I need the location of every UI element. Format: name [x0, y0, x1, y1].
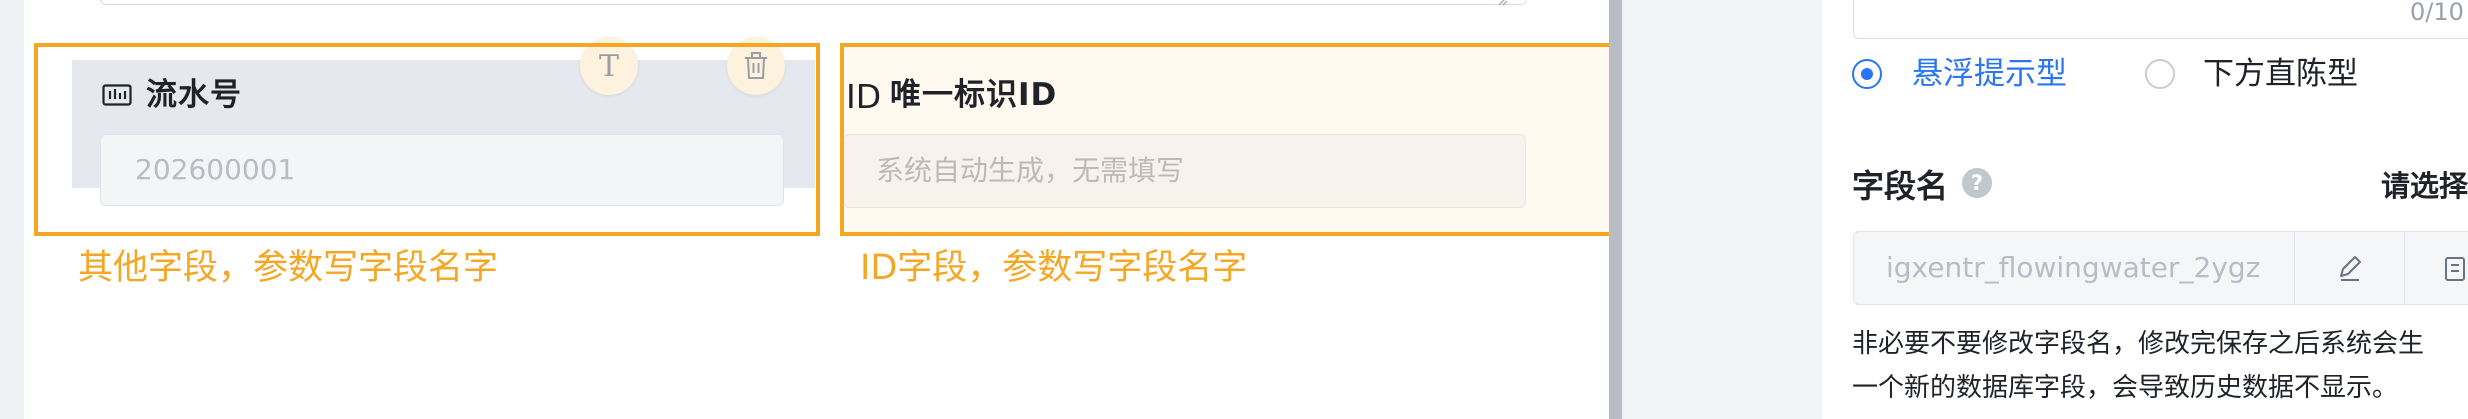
previous-field-input[interactable] [100, 0, 1527, 5]
char-counter: 0/10 [2410, 0, 2464, 26]
field-name-value: igxentr_flowingwater_2ygz [1886, 251, 2261, 284]
help-icon[interactable]: ? [1962, 168, 1992, 198]
radio-label-floating-tip[interactable]: 悬浮提示型 [1912, 54, 2067, 94]
pencil-icon[interactable] [2333, 250, 2367, 284]
resize-handle-icon[interactable] [1498, 0, 1508, 6]
radio-label-below-inline[interactable]: 下方直陈型 [2203, 54, 2358, 94]
input-separator [2404, 231, 2405, 305]
input-separator [2294, 231, 2295, 305]
settings-top-input[interactable] [1853, 0, 2468, 39]
warning-text-line-2: 一个新的数据库字段，会导致历史数据不显示。 [1852, 373, 2399, 403]
annotation-box-other-field [34, 43, 820, 236]
warning-text-line-1: 非必要不要修改字段名，修改完保存之后系统会生 [1852, 329, 2425, 359]
field-name-label: 字段名 [1852, 167, 1949, 205]
select-link[interactable]: 请选择 [2381, 166, 2468, 206]
annotation-other-field: 其他字段，参数写字段名字 [78, 248, 499, 288]
annotation-box-id-field [840, 43, 1625, 236]
radio-floating-tip[interactable] [1852, 59, 1882, 89]
radio-below-inline[interactable] [2145, 59, 2175, 89]
copy-icon[interactable] [2442, 252, 2468, 284]
annotation-id-field: ID字段，参数写字段名字 [860, 248, 1248, 288]
